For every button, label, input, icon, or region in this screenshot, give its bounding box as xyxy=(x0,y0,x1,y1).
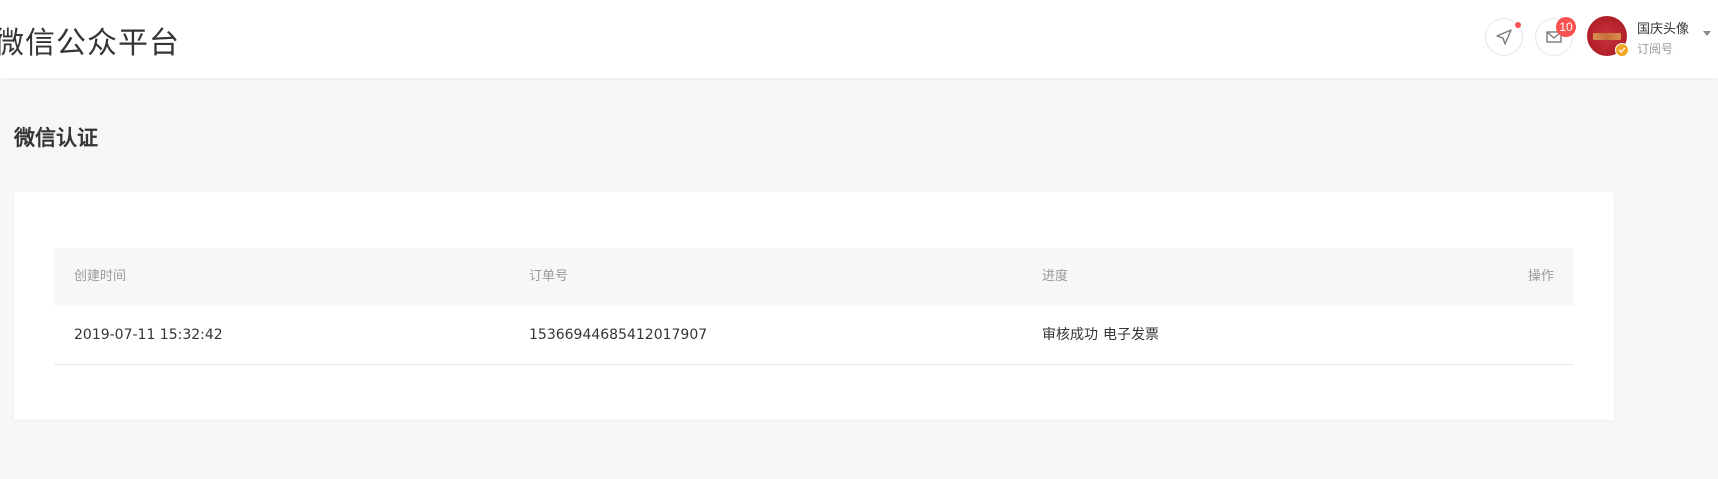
chevron-down-icon[interactable] xyxy=(1703,31,1711,36)
column-header-progress: 进度 xyxy=(1042,269,1069,284)
verified-icon xyxy=(1615,43,1629,57)
page-title: 微信认证 xyxy=(14,126,98,150)
table-row: 2019-07-11 15:32:42 15366944685412017907… xyxy=(54,306,1574,365)
avatar[interactable] xyxy=(1587,16,1629,57)
content-card: 创建时间 订单号 进度 操作 2019-07-11 15:32:42 15366… xyxy=(14,192,1614,420)
column-header-action: 操作 xyxy=(1527,269,1554,284)
created-at-cell: 2019-07-11 15:32:42 xyxy=(74,327,223,343)
status-text: 审核成功 xyxy=(1042,327,1098,343)
mail-button[interactable]: 10 xyxy=(1535,17,1576,56)
avatar-image xyxy=(1593,33,1621,40)
column-header-order-no: 订单号 xyxy=(529,269,569,284)
mail-badge: 10 xyxy=(1556,17,1576,37)
brand-title[interactable]: 微信公众平台 xyxy=(0,18,180,62)
notification-dot xyxy=(1515,22,1521,28)
notification-button[interactable] xyxy=(1485,18,1523,56)
orders-table: 创建时间 订单号 进度 操作 2019-07-11 15:32:42 15366… xyxy=(54,248,1574,365)
send-icon xyxy=(1496,29,1512,45)
progress-cell: 审核成功 电子发票 xyxy=(1042,306,1159,364)
column-header-created-at: 创建时间 xyxy=(74,269,127,284)
order-no-cell: 15366944685412017907 xyxy=(529,327,708,343)
top-header: 微信公众平台 10 国庆头像 订阅号 xyxy=(0,0,1718,78)
invoice-link[interactable]: 电子发票 xyxy=(1103,327,1159,343)
account-name[interactable]: 国庆头像 xyxy=(1637,18,1689,37)
table-header: 创建时间 订单号 进度 操作 xyxy=(54,248,1574,306)
account-type: 订阅号 xyxy=(1637,42,1674,56)
